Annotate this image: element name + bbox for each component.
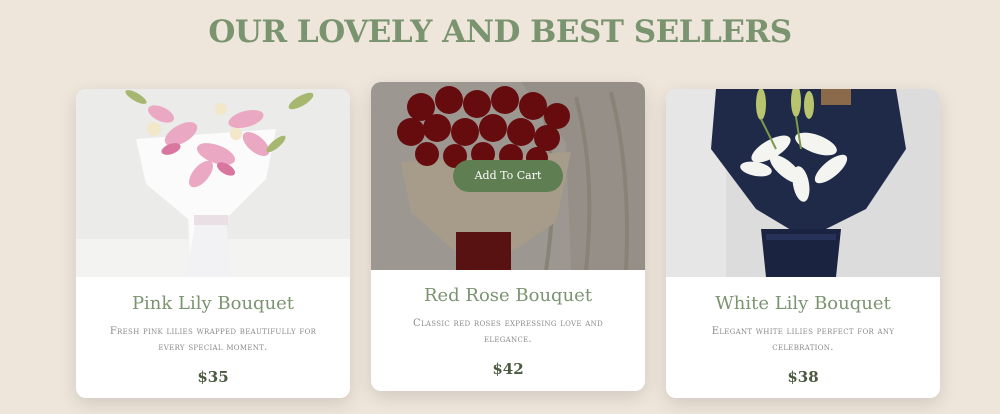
product-card-pink-lily[interactable]: Pink Lily Bouquet Fresh pink lilies wrap… xyxy=(76,89,350,398)
product-image-pink-lily[interactable] xyxy=(76,89,350,277)
product-price: $38 xyxy=(787,368,819,386)
section-title: OUR LOVELY AND BEST SELLERS xyxy=(208,14,792,50)
product-description: Classic red roses expressing love and el… xyxy=(413,318,603,345)
product-description: Elegant white lilies perfect for any cel… xyxy=(711,326,895,353)
product-image-white-lily[interactable] xyxy=(666,89,940,277)
product-image-red-rose[interactable]: Add To Cart xyxy=(371,82,645,270)
product-card-red-rose[interactable]: Add To Cart Red Rose Bouquet Classic red… xyxy=(371,82,645,391)
product-price: $42 xyxy=(492,360,524,378)
product-name: Pink Lily Bouquet xyxy=(131,293,295,314)
product-name: Red Rose Bouquet xyxy=(423,285,593,306)
add-to-cart-button[interactable]: Add To Cart xyxy=(453,160,563,192)
product-name: White Lily Bouquet xyxy=(715,293,891,314)
product-price: $35 xyxy=(197,368,229,386)
pink-lily-bouquet-image xyxy=(76,89,350,277)
product-card-white-lily[interactable]: White Lily Bouquet Elegant white lilies … xyxy=(666,89,940,398)
product-description: Fresh pink lilies wrapped beautifully fo… xyxy=(109,326,317,353)
white-lily-bouquet-image xyxy=(666,89,940,277)
